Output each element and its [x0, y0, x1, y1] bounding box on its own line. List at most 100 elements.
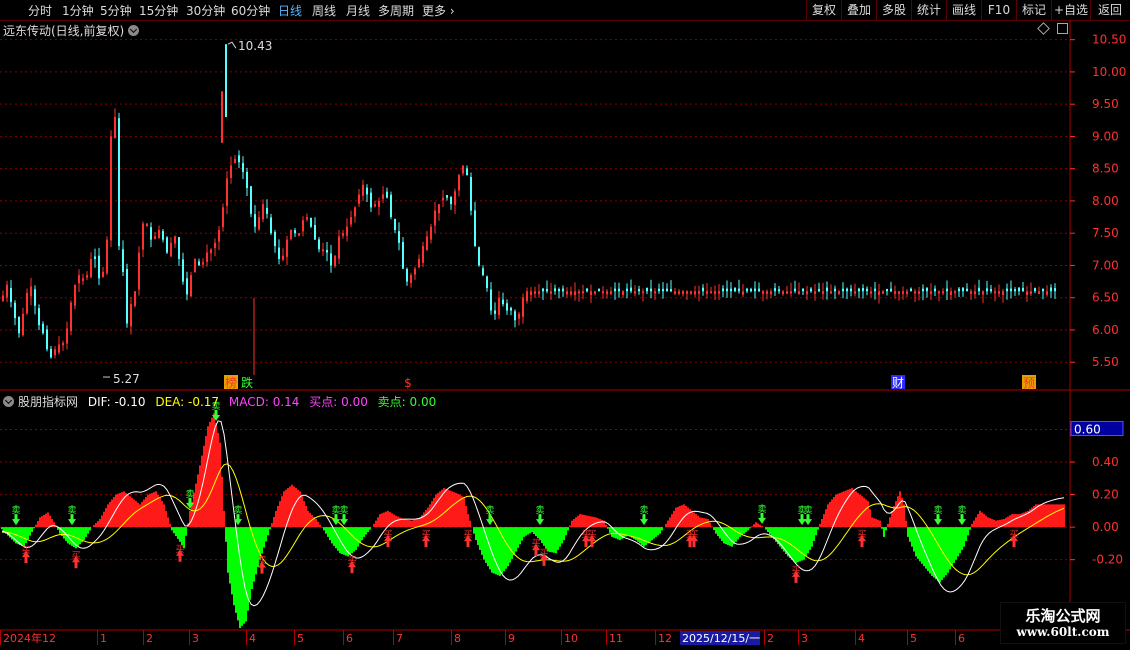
candle-body [630, 287, 632, 292]
window-toggle-icon[interactable] [1057, 23, 1068, 34]
price-tick-label: 10.50 [1092, 33, 1126, 47]
candle-body [486, 276, 488, 289]
candle-body [870, 291, 872, 294]
candle-body [662, 288, 664, 292]
candle-body [426, 236, 428, 250]
candle-body [530, 291, 532, 296]
candle-body [550, 291, 552, 294]
candle-body [586, 288, 588, 292]
candle-body [698, 291, 700, 294]
candle-body [722, 288, 724, 292]
candle-body [558, 288, 560, 292]
candle-body [1042, 288, 1044, 292]
kline-and-macd-chart[interactable]: 10.5010.009.509.008.508.007.507.006.506.… [0, 0, 1130, 650]
buy-signal-label: 买 [71, 550, 80, 561]
low-price-label: 5.27 [113, 372, 140, 386]
candle-body [174, 236, 176, 244]
candle-body [830, 291, 832, 294]
candle-body [166, 237, 168, 253]
candle-body [450, 196, 452, 205]
price-tick-label: 6.00 [1092, 323, 1119, 337]
xaxis-month-label: 1 [100, 632, 107, 645]
candle-body [978, 287, 980, 292]
candle-body [514, 311, 516, 321]
candle-body [822, 291, 824, 294]
candle-body [850, 288, 852, 292]
candle-body [50, 348, 52, 358]
candle-body [74, 284, 76, 306]
candle-body [1002, 291, 1004, 295]
candle-body [94, 256, 96, 259]
candle-body [790, 291, 792, 294]
xaxis-month-label: 12 [658, 632, 672, 645]
candle-body [102, 271, 104, 278]
candle-body [714, 291, 716, 295]
stock-title: 远东传动(日线,前复权) [3, 24, 125, 38]
chevron-down-icon[interactable] [3, 396, 14, 407]
candle-body [382, 194, 384, 199]
xaxis-month-label: 4 [858, 632, 865, 645]
candle-body [262, 204, 264, 220]
price-tick-label: 7.00 [1092, 258, 1119, 272]
candle-body [846, 288, 848, 292]
candle-body [458, 175, 460, 191]
candle-body [842, 288, 844, 292]
candle-body [694, 291, 696, 295]
candle-body [306, 217, 308, 220]
logo-line-2: www.60lt.com [1016, 625, 1110, 639]
candle-body [358, 194, 360, 204]
candle-body [130, 304, 132, 327]
xaxis-month-label: 6 [346, 632, 353, 645]
candle-body [914, 291, 916, 294]
price-tick-label: 9.00 [1092, 129, 1119, 143]
price-tick-label: 7.50 [1092, 226, 1119, 240]
candle-body [798, 291, 800, 294]
candle-body [38, 308, 40, 326]
candle-body [674, 291, 676, 294]
buy-signal-label: 买 [539, 548, 548, 559]
candle-body [810, 288, 812, 292]
candle-body [346, 226, 348, 236]
candle-body [18, 316, 20, 334]
candle-body [234, 159, 236, 163]
candle-body [942, 291, 944, 294]
candle-body [566, 291, 568, 295]
candle-body [226, 178, 228, 206]
candle-body [202, 262, 204, 265]
buy-signal-label: 买 [347, 555, 356, 566]
macd-label: MACD: 0.14 [228, 395, 300, 409]
dea-label: DEA: -0.17 [155, 395, 220, 409]
logo-line-1: 乐淘公式网 [1025, 607, 1101, 625]
candle-body [106, 239, 108, 274]
candle-body [386, 191, 388, 198]
candle-body [490, 289, 492, 311]
candle-body [470, 177, 472, 211]
price-tick-label: 9.50 [1092, 97, 1119, 111]
candle-body [338, 236, 340, 259]
indicator-panel-title: 股朋指标网 DIF: -0.10 DEA: -0.17 MACD: 0.14 买… [3, 393, 436, 410]
candle-body [834, 288, 836, 292]
candle-body [194, 258, 196, 273]
candle-body [90, 258, 92, 278]
xaxis-month-label: 2 [767, 632, 774, 645]
candle-body [954, 291, 956, 294]
candle-body [710, 291, 712, 294]
candle-body [298, 233, 300, 236]
chevron-down-icon[interactable] [128, 25, 140, 36]
xaxis-month-label: 3 [192, 632, 199, 645]
candle-body [302, 220, 304, 232]
candle-body [578, 291, 580, 294]
price-tick-label: 8.50 [1092, 162, 1119, 176]
xaxis-month-label: 3 [801, 632, 808, 645]
buy-signal-label: 买 [1009, 529, 1018, 540]
candle-body [602, 291, 604, 294]
candle-body [414, 268, 416, 275]
candle-body [990, 289, 992, 292]
xaxis-month-label: 2 [146, 632, 153, 645]
candle-body [2, 295, 4, 301]
candle-body [610, 291, 612, 295]
macd-tick-label: -0.20 [1092, 553, 1123, 567]
candle-body [258, 217, 260, 230]
candle-body [1022, 287, 1024, 292]
candle-body [246, 171, 248, 189]
